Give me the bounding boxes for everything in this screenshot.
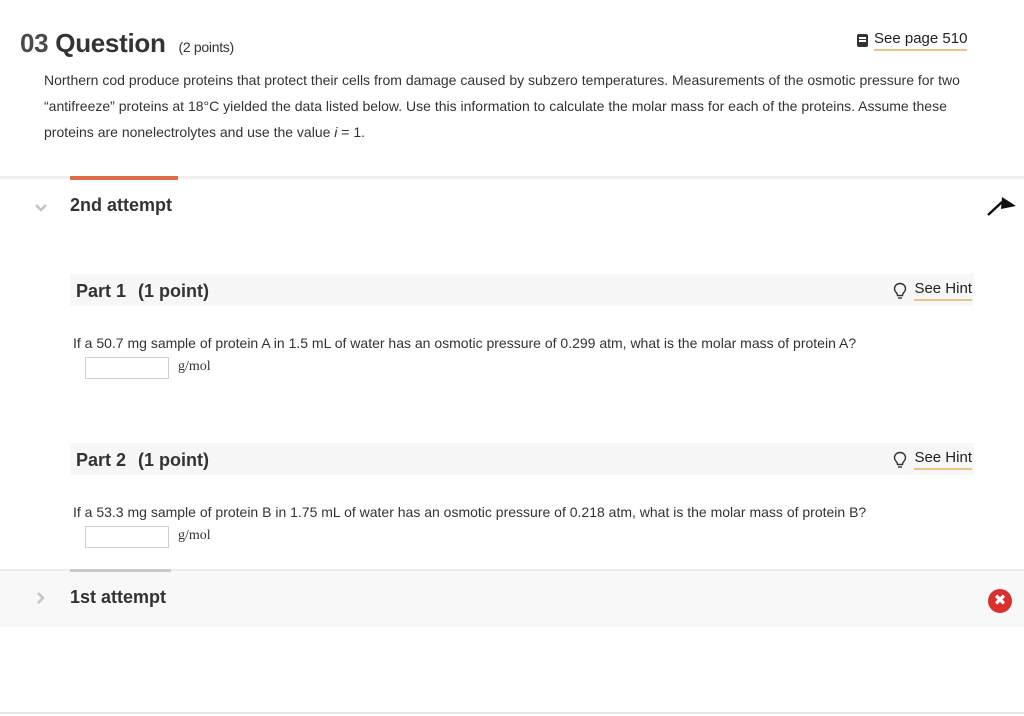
question-label: Question xyxy=(55,28,166,58)
unit-label: g/mol xyxy=(178,528,211,543)
part-1-header: Part 1 (1 point) See Hint xyxy=(70,274,974,306)
unit-label: g/mol xyxy=(178,359,211,374)
divider xyxy=(0,712,1024,714)
chevron-down-icon[interactable] xyxy=(34,200,48,216)
hint-label[interactable]: See Hint xyxy=(914,280,972,301)
question-text: Northern cod produce proteins that prote… xyxy=(44,72,960,140)
question-title: 03 Question (2 points) xyxy=(20,28,234,59)
part-title: Part 1 (1 point) xyxy=(76,281,210,301)
question-number: 03 xyxy=(20,28,49,58)
hint-label[interactable]: See Hint xyxy=(914,449,972,470)
question-header: 03 Question (2 points) See page 510 Nort… xyxy=(0,0,1024,176)
question-points: (2 points) xyxy=(178,39,234,55)
attempt-label[interactable]: 1st attempt xyxy=(70,587,166,608)
see-page-link[interactable]: See page 510 xyxy=(857,30,968,51)
part-2-prompt: If a 53.3 mg sample of protein B in 1.75… xyxy=(73,504,867,520)
lightbulb-icon xyxy=(894,451,907,468)
attempt-accent-bar xyxy=(70,176,178,180)
attempt-label[interactable]: 2nd attempt xyxy=(70,195,172,216)
attempt-indicator-bar xyxy=(70,569,171,572)
see-hint-button[interactable]: See Hint xyxy=(892,280,972,301)
see-hint-button[interactable]: See Hint xyxy=(892,449,972,470)
see-page-label[interactable]: See page 510 xyxy=(874,30,968,51)
chevron-right-icon[interactable] xyxy=(36,591,46,608)
x-circle-icon: ✖ xyxy=(988,589,1012,613)
book-icon xyxy=(857,34,868,47)
answer-input-part-2[interactable] xyxy=(85,526,169,548)
lightbulb-icon xyxy=(894,282,907,299)
answer-input-part-1[interactable] xyxy=(85,357,169,379)
attempt-2nd: 2nd attempt Part 1 (1 point) See Hint If … xyxy=(0,176,1024,566)
part-title: Part 2 (1 point) xyxy=(76,450,210,470)
attempt-1st[interactable]: 1st attempt ✖ xyxy=(0,569,1024,627)
arrow-up-icon[interactable] xyxy=(986,194,1018,218)
part-2-header: Part 2 (1 point) See Hint xyxy=(70,443,974,475)
part-1-prompt: If a 50.7 mg sample of protein A in 1.5 … xyxy=(73,335,857,351)
